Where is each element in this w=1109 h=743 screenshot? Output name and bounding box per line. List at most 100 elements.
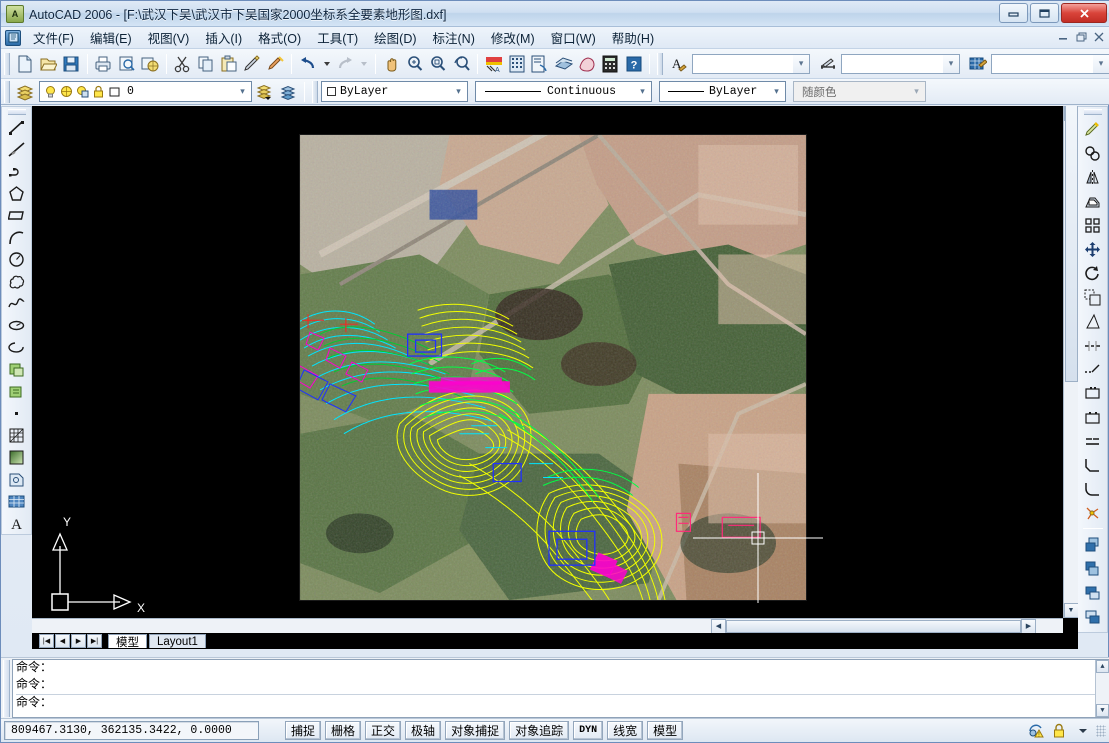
chevron-down-icon[interactable]: ▾ [908, 82, 925, 101]
dimension-style-icon[interactable] [816, 52, 839, 76]
command-scrollbar[interactable]: ▲ ▼ [1095, 660, 1109, 717]
break-icon[interactable] [1080, 405, 1105, 429]
scroll-down-button[interactable]: ▼ [1063, 603, 1078, 618]
tool-palettes-icon[interactable] [529, 52, 552, 76]
lock-icon[interactable] [91, 84, 106, 99]
manage-xrefs-icon[interactable] [1050, 721, 1070, 740]
drawing-area[interactable]: Y X ▲ ▼ ◀ ▶ [32, 106, 1078, 633]
plot-style-control-combo[interactable]: 随颜色 ▾ [793, 81, 926, 102]
properties-toolbar-grip[interactable] [312, 80, 318, 103]
layer-previous-icon[interactable] [276, 80, 300, 104]
zoom-realtime-icon[interactable] [403, 52, 426, 76]
horizontal-scroll-thumb[interactable] [726, 619, 1021, 633]
chamfer-icon[interactable] [1080, 453, 1105, 477]
menu-modify[interactable]: 修改(M) [483, 26, 543, 49]
vertical-scroll-thumb[interactable] [1064, 106, 1078, 382]
join-icon[interactable] [1080, 429, 1105, 453]
resize-grip[interactable] [1096, 724, 1106, 737]
chevron-down-icon[interactable]: ▾ [768, 82, 785, 101]
styles-toolbar-grip[interactable] [657, 52, 664, 75]
menu-draw[interactable]: 绘图(D) [366, 26, 424, 49]
mdi-restore-button[interactable] [1075, 30, 1088, 43]
status-otrack[interactable]: 对象追踪 [509, 721, 570, 740]
draworder-below-icon[interactable] [1080, 604, 1105, 628]
copy-icon[interactable] [194, 52, 217, 76]
markup-set-icon[interactable] [552, 52, 575, 76]
tab-model[interactable]: 模型 [108, 634, 147, 649]
menu-help[interactable]: 帮助(H) [604, 26, 662, 49]
draw-toolbar-grip[interactable] [7, 109, 26, 115]
chevron-down-icon[interactable]: ▾ [450, 82, 467, 101]
polygon-icon[interactable] [4, 183, 29, 205]
insert-block-icon[interactable] [4, 358, 29, 380]
command-scroll-down-button[interactable]: ▼ [1096, 704, 1109, 717]
break-at-point-icon[interactable] [1080, 381, 1105, 405]
properties-icon[interactable]: A [482, 52, 505, 76]
status-snap[interactable]: 捕捉 [285, 721, 322, 740]
layer-properties-icon[interactable] [13, 80, 37, 104]
ellipse-icon[interactable] [4, 314, 29, 336]
scale-icon[interactable] [1080, 285, 1105, 309]
construction-line-icon[interactable] [4, 139, 29, 161]
status-lineweight[interactable]: 线宽 [607, 721, 644, 740]
dimension-style-combo[interactable]: ▾ [841, 53, 961, 74]
text-style-icon[interactable]: A [666, 52, 689, 76]
spline-icon[interactable] [4, 292, 29, 314]
new-file-icon[interactable] [13, 52, 36, 76]
chevron-down-icon[interactable]: ▾ [943, 54, 960, 73]
command-history[interactable]: 命令： 命令： 命令： ▲ ▼ [12, 659, 1109, 718]
menu-window[interactable]: 窗口(W) [543, 26, 604, 49]
revision-cloud-icon[interactable] [4, 270, 29, 292]
linetype-control-combo[interactable]: Continuous ▾ [475, 81, 652, 102]
table-style-combo[interactable]: ▾ [991, 53, 1109, 74]
point-icon[interactable] [4, 402, 29, 424]
fillet-icon[interactable] [1080, 477, 1105, 501]
lineweight-control-combo[interactable]: ByLayer ▾ [659, 81, 786, 102]
draworder-front-icon[interactable] [1080, 532, 1105, 556]
menu-file[interactable]: 文件(F) [25, 26, 82, 49]
menu-insert[interactable]: 插入(I) [197, 26, 250, 49]
close-button[interactable] [1061, 3, 1107, 23]
status-polar[interactable]: 极轴 [405, 721, 442, 740]
document-icon[interactable] [5, 29, 21, 46]
rectangle-icon[interactable] [4, 205, 29, 227]
canvas-horizontal-scrollbar[interactable]: ◀ ▶ [32, 618, 1063, 633]
menu-format[interactable]: 格式(O) [250, 26, 309, 49]
rotate-icon[interactable] [1080, 261, 1105, 285]
line-icon[interactable] [4, 117, 29, 139]
hatch-icon[interactable] [4, 424, 29, 446]
mdi-close-button[interactable] [1093, 30, 1106, 43]
tab-last-button[interactable]: ▶| [87, 634, 102, 648]
status-dyn[interactable]: DYN [573, 721, 604, 740]
make-block-icon[interactable] [4, 380, 29, 402]
sheet-set-icon[interactable] [575, 52, 598, 76]
move-icon[interactable] [1080, 237, 1105, 261]
menu-dimension[interactable]: 标注(N) [425, 26, 483, 49]
command-prompt-line[interactable]: 命令： [16, 694, 1109, 711]
multiline-text-icon[interactable]: A [4, 512, 29, 534]
chevron-down-icon[interactable]: ▾ [1092, 54, 1109, 73]
lightbulb-on-icon[interactable] [43, 84, 58, 99]
arc-icon[interactable] [4, 227, 29, 249]
modify-toolbar-grip[interactable] [1083, 109, 1102, 115]
plot-icon[interactable] [92, 52, 115, 76]
mirror-icon[interactable] [1080, 165, 1105, 189]
freeze-viewport-icon[interactable] [75, 84, 90, 99]
menu-view[interactable]: 视图(V) [140, 26, 198, 49]
circle-icon[interactable] [4, 248, 29, 270]
text-style-combo[interactable]: ▾ [691, 53, 811, 74]
command-window-grip[interactable] [3, 660, 10, 717]
save-icon[interactable] [60, 52, 83, 76]
canvas-vertical-scrollbar[interactable]: ▲ ▼ [1063, 106, 1078, 618]
coordinates-display[interactable]: 809467.3130, 362135.3422, 0.0000 [4, 721, 259, 740]
tray-menu-icon[interactable] [1073, 721, 1093, 740]
help-icon[interactable]: ? [622, 52, 645, 76]
tab-layout1[interactable]: Layout1 [149, 634, 206, 648]
minimize-button[interactable] [999, 3, 1028, 23]
trim-icon[interactable] [1080, 333, 1105, 357]
redo-dropdown-icon[interactable] [360, 61, 367, 66]
undo-icon[interactable] [296, 52, 319, 76]
table-icon[interactable] [4, 490, 29, 512]
publish-icon[interactable] [138, 52, 161, 76]
tab-next-button[interactable]: ▶ [71, 634, 86, 648]
